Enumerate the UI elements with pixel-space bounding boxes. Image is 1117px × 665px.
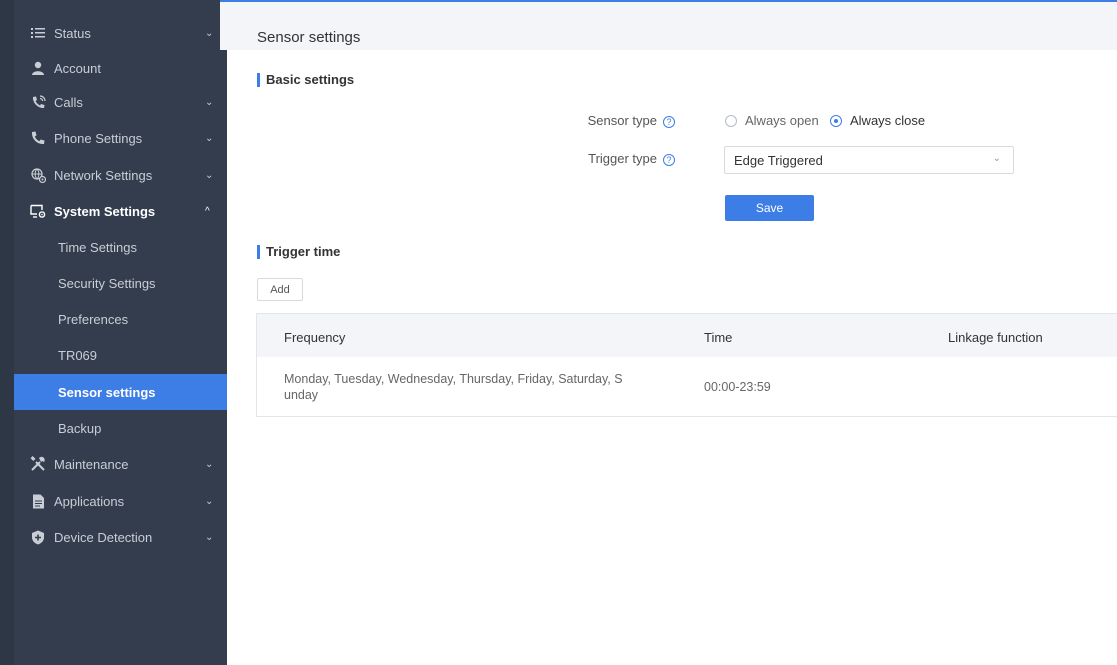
- section-title-trigger-time: Trigger time: [257, 244, 340, 259]
- radio-label: Always close: [850, 113, 926, 128]
- sensor-type-label: Sensor type?: [560, 113, 675, 128]
- chevron-down-icon: ⌄: [205, 96, 214, 108]
- sidebar-subitem-label: Preferences: [58, 311, 129, 327]
- save-button[interactable]: Save: [725, 195, 814, 221]
- chevron-up-icon: ^: [205, 205, 210, 217]
- phone-call-icon: [30, 94, 46, 110]
- column-header-linkage-function: Linkage function: [948, 330, 1043, 345]
- trigger-type-select[interactable]: Edge Triggered ⌄: [724, 146, 1014, 174]
- chevron-down-icon: ⌄: [205, 132, 214, 144]
- sidebar-item-maintenance[interactable]: Maintenance ⌄: [14, 446, 227, 482]
- chevron-down-icon: ⌄: [205, 27, 214, 39]
- sidebar-subitem-label: Security Settings: [58, 275, 156, 291]
- sidebar-item-phone-settings[interactable]: Phone Settings ⌄: [14, 120, 227, 156]
- table-header: Frequency Time Linkage function: [257, 314, 1117, 357]
- sidebar-item-status[interactable]: Status ⌄: [14, 15, 227, 51]
- trigger-type-value: Edge Triggered: [734, 153, 823, 168]
- radio-circle-checked[interactable]: [830, 114, 842, 127]
- radio-always-open[interactable]: Always open: [725, 113, 819, 128]
- sidebar: Status ⌄ Account Calls ⌄ Phone Settings …: [0, 0, 227, 665]
- cell-frequency-line1: Monday, Tuesday, Wednesday, Thursday, Fr…: [284, 372, 623, 386]
- radio-label: Always open: [745, 113, 819, 128]
- chevron-down-icon: ⌄: [205, 169, 214, 181]
- system-monitor-gear-icon: [30, 203, 46, 219]
- sidebar-subitem-preferences[interactable]: Preferences: [14, 301, 227, 337]
- page-title: Sensor settings: [257, 29, 361, 46]
- chevron-down-icon: ⌄: [205, 458, 214, 470]
- sidebar-subitem-label: Time Settings: [58, 239, 137, 255]
- trigger-time-table: Frequency Time Linkage function Monday, …: [256, 313, 1117, 417]
- column-header-time: Time: [704, 330, 733, 345]
- list-icon: [30, 25, 46, 41]
- shield-plus-icon: [30, 529, 46, 545]
- sidebar-item-label: Maintenance: [54, 456, 129, 472]
- sidebar-item-account[interactable]: Account: [14, 50, 227, 86]
- column-header-frequency: Frequency: [284, 330, 346, 345]
- trigger-type-label: Trigger type?: [560, 151, 675, 166]
- sidebar-item-applications[interactable]: Applications ⌄: [14, 483, 227, 519]
- sidebar-subitem-label: Sensor settings: [58, 384, 156, 400]
- phone-icon: [30, 130, 46, 146]
- sidebar-subitem-security-settings[interactable]: Security Settings: [14, 265, 227, 301]
- sidebar-item-label: Status: [54, 25, 91, 41]
- help-icon[interactable]: ?: [663, 116, 675, 128]
- sidebar-subitem-time-settings[interactable]: Time Settings: [14, 229, 227, 265]
- chevron-down-icon: ⌄: [205, 495, 214, 507]
- sidebar-item-label: Applications: [54, 493, 125, 509]
- sidebar-nav: Status ⌄ Account Calls ⌄ Phone Settings …: [14, 0, 227, 665]
- cell-frequency-line2: unday: [284, 388, 319, 402]
- chevron-down-icon: ⌄: [992, 153, 1001, 164]
- cell-time: 00:00-23:59: [704, 380, 771, 394]
- document-icon: [30, 493, 46, 509]
- trigger-type-label-text: Trigger type: [588, 151, 657, 166]
- chevron-down-icon: ⌄: [205, 531, 214, 543]
- sidebar-subitem-tr069[interactable]: TR069: [14, 337, 227, 373]
- sidebar-item-label: Account: [54, 60, 101, 76]
- sidebar-item-label: Network Settings: [54, 167, 153, 183]
- sensor-type-label-text: Sensor type: [587, 113, 657, 128]
- radio-circle[interactable]: [725, 114, 737, 127]
- sidebar-subitem-sensor-settings[interactable]: Sensor settings: [14, 374, 227, 410]
- tools-icon: [30, 456, 46, 472]
- sidebar-item-device-detection[interactable]: Device Detection ⌄: [14, 519, 227, 555]
- network-globe-icon: [30, 167, 46, 183]
- help-icon[interactable]: ?: [663, 154, 675, 166]
- sidebar-item-network-settings[interactable]: Network Settings ⌄: [14, 157, 227, 193]
- sidebar-item-label: Calls: [54, 94, 83, 110]
- sidebar-subitem-label: Backup: [58, 420, 102, 436]
- sidebar-item-label: Phone Settings: [54, 130, 143, 146]
- sidebar-subitem-label: TR069: [58, 347, 98, 363]
- sidebar-subitem-backup[interactable]: Backup: [14, 410, 227, 446]
- add-button[interactable]: Add: [257, 278, 303, 301]
- user-icon: [30, 60, 46, 76]
- radio-always-close[interactable]: Always close: [830, 113, 925, 128]
- sidebar-item-system-settings[interactable]: System Settings ^: [14, 193, 227, 229]
- sidebar-item-label: System Settings: [54, 203, 156, 219]
- sidebar-item-calls[interactable]: Calls ⌄: [14, 84, 227, 120]
- sidebar-item-label: Device Detection: [54, 529, 153, 545]
- page-header: Sensor settings: [220, 2, 1117, 50]
- section-title-basic-settings: Basic settings: [257, 72, 354, 87]
